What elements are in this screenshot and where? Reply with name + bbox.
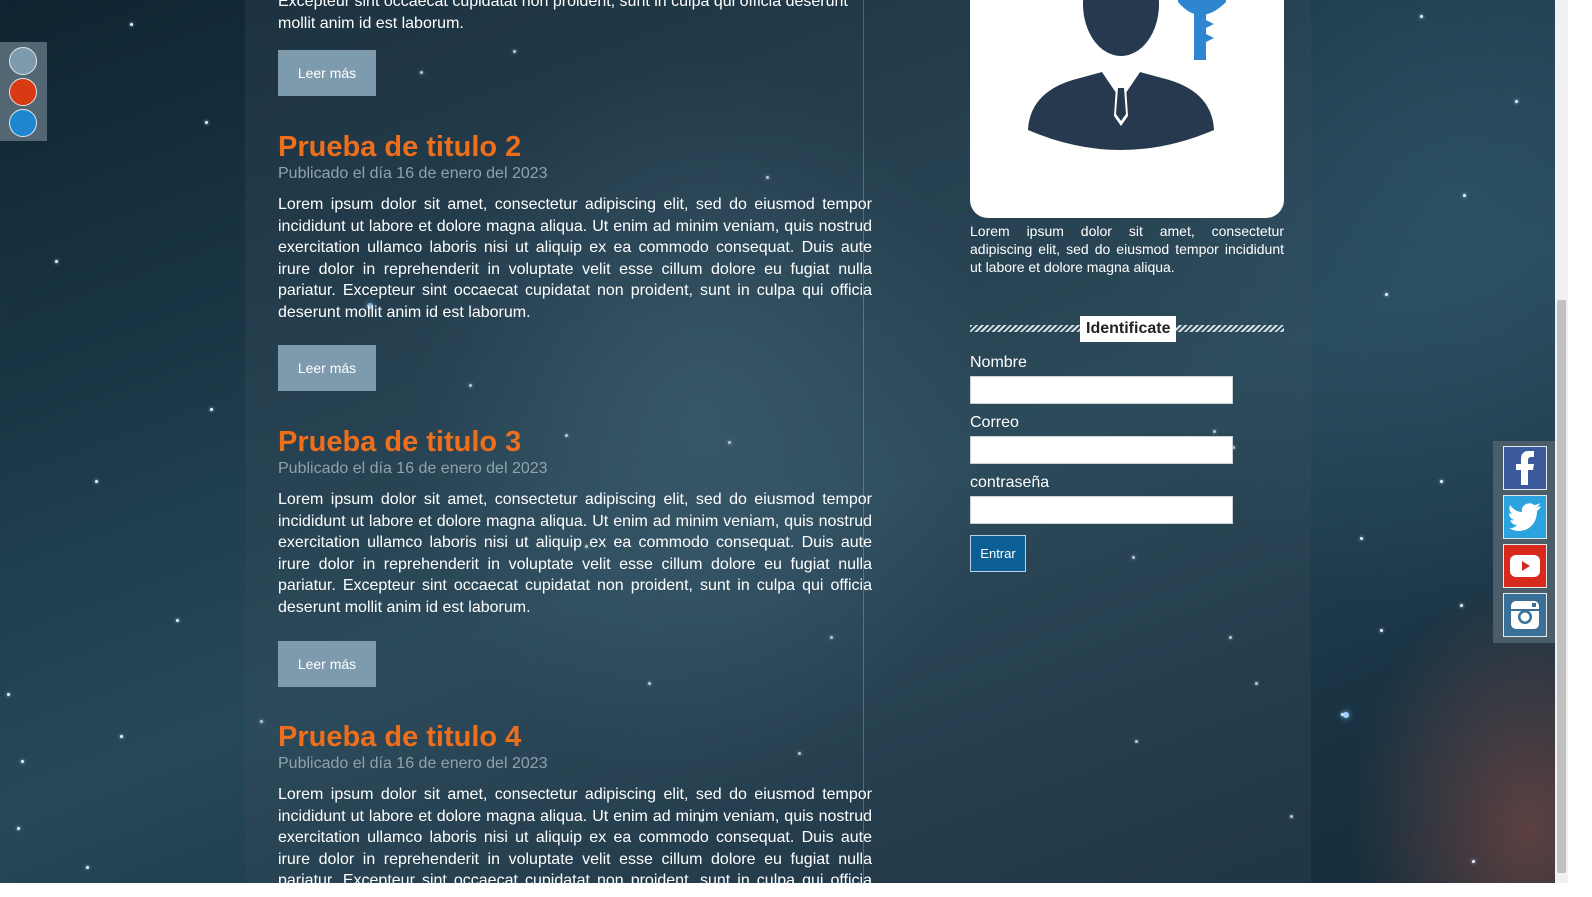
login-heading: Identificate (1080, 316, 1177, 342)
theme-swatch-blue[interactable] (9, 109, 37, 137)
post-title[interactable]: Prueba de titulo 3 (278, 425, 872, 459)
social-bar (1493, 441, 1555, 643)
read-more-button[interactable]: Leer más (278, 641, 376, 687)
read-more-button[interactable]: Leer más (278, 50, 376, 96)
post-excerpt: Lorem ipsum dolor sit amet, consectetur … (278, 491, 872, 616)
youtube-button[interactable] (1503, 544, 1547, 588)
login-section-header: Identificate (970, 316, 1284, 342)
theme-swatch-grey[interactable] (9, 47, 37, 75)
sidebar-description: Lorem ipsum dolor sit amet, consectetur … (970, 223, 1284, 275)
youtube-icon (1510, 555, 1540, 577)
twitter-button[interactable] (1503, 495, 1547, 539)
password-field[interactable] (970, 496, 1233, 524)
post-partial-excerpt: Excepteur sint occaecat cupidatat non pr… (278, 0, 872, 34)
email-field[interactable] (970, 436, 1233, 464)
post-title[interactable]: Prueba de titulo 4 (278, 720, 872, 754)
instagram-button[interactable] (1503, 593, 1547, 637)
post-excerpt: Lorem ipsum dolor sit amet, consectetur … (278, 196, 872, 321)
post-item: Prueba de titulo 4 Publicado el día 16 d… (278, 720, 872, 897)
password-label: contraseña (970, 474, 1050, 491)
post-excerpt: Lorem ipsum dolor sit amet, consectetur … (278, 786, 872, 897)
facebook-icon (1516, 451, 1534, 485)
instagram-icon (1511, 601, 1539, 629)
post-date: Publicado el día 16 de enero del 2023 (278, 165, 548, 182)
post-title[interactable]: Prueba de titulo 2 (278, 130, 872, 164)
theme-color-switcher (0, 42, 47, 141)
page-scrollbar[interactable] (1555, 0, 1568, 897)
window-bottom-edge (0, 883, 1568, 897)
post-item: Prueba de titulo 2 Publicado el día 16 d… (278, 130, 872, 323)
post-date: Publicado el día 16 de enero del 2023 (278, 460, 548, 477)
scrollbar-thumb[interactable] (1557, 300, 1566, 873)
read-more-button[interactable]: Leer más (278, 345, 376, 391)
name-field[interactable] (970, 376, 1233, 404)
user-avatar-card (970, 0, 1284, 218)
user-key-icon (1028, 0, 1226, 150)
name-label: Nombre (970, 354, 1027, 371)
facebook-button[interactable] (1503, 446, 1547, 490)
email-label: Correo (970, 414, 1019, 431)
post-partial-line-2: mollit anim id est laborum. (278, 14, 464, 32)
login-submit-button[interactable]: Entrar (970, 535, 1026, 572)
theme-swatch-red[interactable] (9, 78, 37, 106)
twitter-icon (1509, 503, 1541, 531)
post-partial-line-1: Excepteur sint occaecat cupidatat non pr… (278, 0, 848, 10)
window-edge (1568, 0, 1592, 897)
post-date: Publicado el día 16 de enero del 2023 (278, 755, 548, 772)
post-item: Prueba de titulo 3 Publicado el día 16 d… (278, 425, 872, 618)
